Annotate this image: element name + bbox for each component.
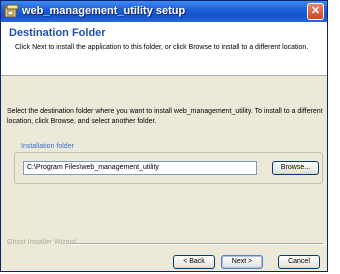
wizard-header: Destination Folder Click Next to install… — [1, 22, 327, 76]
title-bar[interactable]: web_management_utility setup ✕ — [1, 1, 327, 22]
close-button[interactable]: ✕ — [307, 3, 324, 20]
instructions-text: Select the destination folder where you … — [7, 108, 323, 125]
page-description: Click Next to install the application to… — [15, 44, 309, 51]
setup-window: web_management_utility setup ✕ Destinati… — [0, 0, 328, 272]
cancel-button[interactable]: Cancel — [278, 255, 320, 269]
setup-app-icon — [4, 4, 19, 18]
next-button[interactable]: Next > — [221, 255, 263, 269]
installation-folder-legend: Installation folder — [19, 143, 76, 150]
window-title: web_management_utility setup — [22, 5, 186, 17]
installer-brand-label: Ghost Installer Wizard — [7, 239, 76, 246]
back-button[interactable]: < Back — [173, 255, 215, 269]
install-path-field[interactable]: C:\Program Files\web_management_utility — [23, 161, 257, 175]
browse-button[interactable]: Browse... — [272, 161, 319, 175]
close-icon: ✕ — [310, 5, 321, 17]
footer-divider — [71, 243, 323, 245]
page-title: Destination Folder — [9, 27, 106, 39]
